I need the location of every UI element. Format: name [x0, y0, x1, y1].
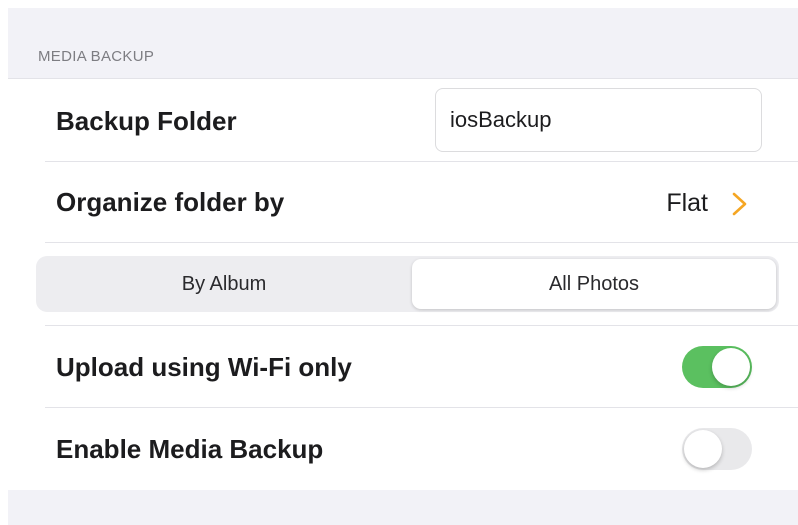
organize-folder-value: Flat [666, 189, 708, 217]
organize-folder-label: Organize folder by [56, 187, 285, 217]
wifi-only-row: Upload using Wi-Fi only [8, 326, 798, 408]
wifi-only-label: Upload using Wi-Fi only [56, 352, 352, 382]
backup-folder-input[interactable] [435, 88, 762, 152]
organize-segment-row: By Album All Photos [8, 243, 798, 326]
segment-all-photos[interactable]: All Photos [412, 259, 776, 309]
backup-folder-label: Backup Folder [56, 106, 237, 136]
media-backup-toggle[interactable] [682, 428, 752, 470]
toggle-knob [684, 430, 722, 468]
section-header: MEDIA BACKUP [8, 8, 798, 79]
top-strip [0, 0, 798, 8]
chevron-right-icon [732, 192, 747, 216]
media-backup-label: Enable Media Backup [56, 434, 324, 464]
toggle-knob [712, 348, 750, 386]
organize-folder-row[interactable]: Organize folder by Flat [8, 162, 798, 243]
media-backup-row: Enable Media Backup [8, 408, 798, 490]
backup-folder-row: Backup Folder [8, 80, 798, 162]
segment-by-album[interactable]: By Album [39, 259, 409, 309]
wifi-only-toggle[interactable] [682, 346, 752, 388]
organize-segmented-control: By Album All Photos [36, 256, 779, 312]
footer-band [8, 490, 798, 525]
section-header-label: MEDIA BACKUP [38, 48, 155, 65]
